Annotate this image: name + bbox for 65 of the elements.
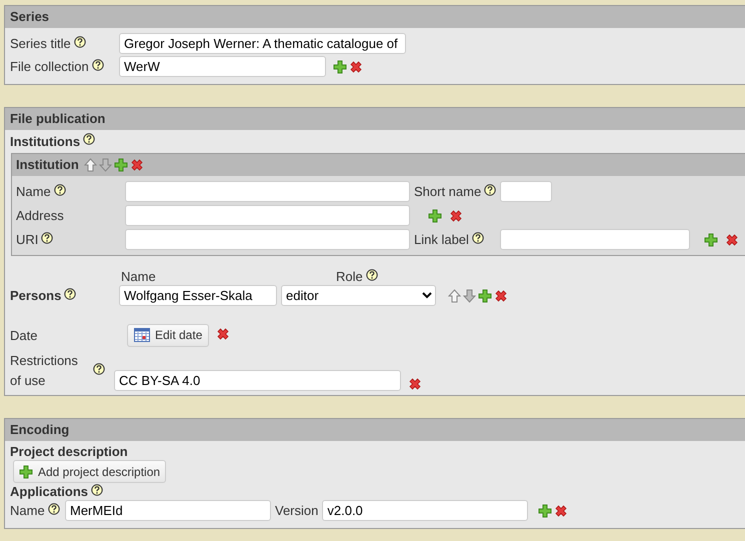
help-icon[interactable] [91, 484, 104, 496]
delete-icon[interactable] [554, 504, 568, 518]
edit-date-button[interactable]: Edit date [127, 324, 210, 346]
add-icon[interactable] [19, 464, 33, 478]
text-field[interactable]: v2.0.0 [322, 500, 528, 521]
help-icon[interactable] [64, 288, 76, 300]
panel-title: Series [5, 6, 745, 28]
field-label: Series title [10, 36, 71, 51]
column-header: Role [336, 269, 363, 284]
field-label: Version [275, 503, 318, 518]
add-project-description-button[interactable]: Add project description [13, 460, 166, 483]
add-icon[interactable] [428, 208, 442, 222]
help-icon[interactable] [74, 36, 86, 48]
section-label: Persons [10, 288, 62, 303]
calendar-icon [134, 328, 150, 342]
panel-title: Institution [16, 158, 79, 172]
field-label: Link label [414, 232, 469, 247]
down-arrow-icon[interactable] [463, 288, 476, 302]
field-label: Restrictions of use [10, 352, 79, 390]
delete-icon[interactable] [725, 232, 739, 246]
delete-icon[interactable] [349, 60, 363, 74]
add-icon[interactable] [538, 504, 552, 518]
text-field[interactable] [125, 181, 410, 202]
help-icon[interactable] [484, 184, 496, 196]
text-field[interactable]: MerMEId [65, 500, 271, 521]
up-arrow-icon[interactable] [448, 288, 461, 302]
help-icon[interactable] [366, 268, 378, 280]
delete-icon[interactable] [408, 377, 422, 391]
add-icon[interactable] [333, 60, 347, 74]
help-icon[interactable] [93, 363, 105, 375]
panel-title: Encoding [5, 419, 745, 441]
section-label: Institutions [10, 134, 80, 148]
text-field[interactable] [125, 205, 410, 226]
delete-icon[interactable] [130, 158, 144, 172]
text-field[interactable] [500, 229, 690, 250]
delete-icon[interactable] [449, 208, 463, 222]
role-dropdown[interactable]: editor [281, 285, 436, 306]
up-arrow-icon[interactable] [84, 158, 97, 172]
add-icon[interactable] [704, 232, 718, 246]
help-icon[interactable] [92, 58, 104, 70]
panel-title: File publication [5, 108, 745, 130]
delete-icon[interactable] [216, 326, 230, 340]
field-label: Short name [414, 184, 482, 199]
section-label: Project description [10, 444, 129, 459]
add-icon[interactable] [478, 288, 492, 302]
text-field[interactable]: Wolfgang Esser-Skala [119, 285, 277, 306]
help-icon[interactable] [48, 502, 60, 514]
text-field[interactable]: Gregor Joseph Werner: A thematic catalogue of [119, 33, 406, 54]
field-label: File collection [10, 59, 89, 74]
text-field[interactable] [500, 181, 552, 202]
help-icon[interactable] [472, 232, 484, 244]
help-icon[interactable] [83, 133, 96, 145]
text-field[interactable]: CC BY-SA 4.0 [114, 370, 401, 391]
column-header: Name [121, 269, 156, 284]
help-icon[interactable] [41, 232, 54, 244]
field-label: Name [10, 503, 45, 518]
field-label: Name [16, 184, 51, 199]
help-icon[interactable] [54, 184, 66, 196]
delete-icon[interactable] [494, 288, 508, 302]
field-label: Date [10, 328, 38, 342]
section-label: Applications [10, 484, 88, 499]
field-label: Address [16, 208, 64, 223]
text-field[interactable]: WerW [119, 56, 326, 77]
text-field[interactable] [125, 229, 410, 250]
field-label: URI [16, 232, 38, 247]
